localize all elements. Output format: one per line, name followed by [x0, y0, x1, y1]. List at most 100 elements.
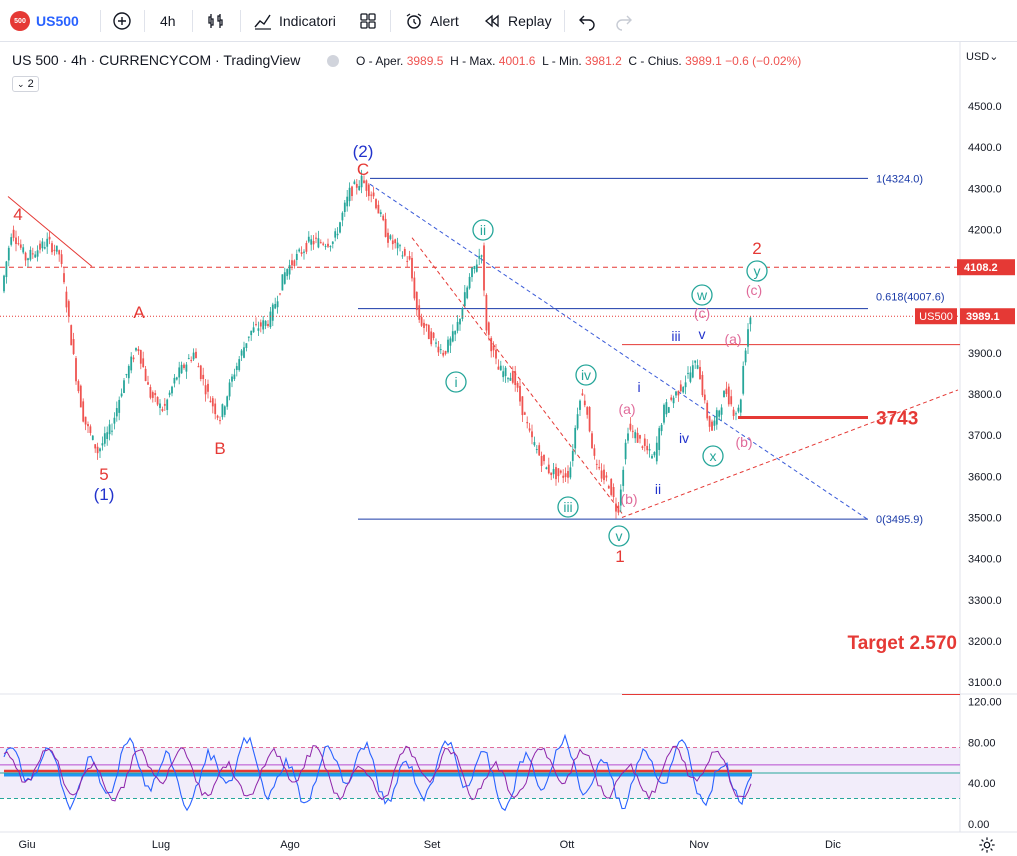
candle-body — [211, 398, 214, 407]
candle-body — [622, 469, 625, 486]
replay-button[interactable]: Replay — [482, 9, 552, 33]
legend-collapse-button[interactable] — [327, 55, 339, 67]
price-tick-label: 4400.0 — [968, 142, 1002, 154]
candle-body — [531, 431, 533, 438]
candle-body — [219, 420, 221, 422]
candle-body — [667, 407, 670, 413]
candle-body — [231, 376, 233, 382]
chart-area[interactable]: 4500.04400.04300.04200.04100.04000.03900… — [0, 42, 1017, 856]
oscillator-tick-label: 120.00 — [968, 697, 1002, 709]
candle-body — [502, 371, 505, 378]
candle-body — [727, 386, 730, 405]
candle-body — [379, 212, 382, 215]
candle-body — [423, 322, 425, 328]
candle-body — [154, 393, 157, 396]
candle-body — [139, 350, 142, 364]
candle-body — [39, 243, 41, 250]
interval-label: 4h — [160, 13, 176, 29]
candle-body — [298, 249, 301, 252]
candle-body — [310, 239, 313, 245]
candle-body — [715, 410, 718, 425]
candle-body — [123, 380, 125, 393]
time-tick-label: Nov — [689, 839, 709, 851]
time-tick-label: Ago — [280, 839, 300, 851]
wave-label-red: 5 — [99, 465, 108, 484]
candle-body — [593, 448, 596, 456]
candle-body — [473, 266, 476, 269]
candle-body — [591, 433, 593, 449]
candle-body — [173, 377, 176, 384]
candle-body — [252, 327, 255, 333]
candle-body — [63, 273, 65, 283]
candle-body — [550, 472, 553, 476]
candle-body — [130, 356, 133, 371]
candle-body — [425, 323, 428, 326]
indicators-button[interactable]: Indicatori — [253, 9, 336, 33]
candle-body — [627, 433, 629, 441]
candle-body — [737, 407, 740, 412]
candle-body — [744, 350, 747, 363]
candle-body — [19, 244, 22, 248]
candle-body — [631, 430, 634, 432]
candle-body — [643, 438, 646, 446]
indicators-toggle[interactable]: ⌄ 2 — [12, 76, 39, 92]
candle-body — [435, 342, 437, 344]
candle-body — [699, 366, 701, 380]
candle-body — [307, 236, 310, 242]
candle-body — [713, 420, 716, 426]
candle-body — [684, 382, 687, 388]
candle-body — [267, 323, 269, 327]
chart-type-button[interactable] — [206, 9, 226, 33]
candle-body — [442, 352, 445, 356]
wave-label-blue: i — [637, 379, 640, 395]
price-tick-label: 3800.0 — [968, 389, 1002, 401]
candle-body — [228, 382, 231, 397]
candle-body — [72, 339, 75, 354]
candle-body — [418, 305, 421, 320]
chart-canvas[interactable]: 4500.04400.04300.04200.04100.04000.03900… — [0, 42, 1017, 856]
templates-button[interactable] — [358, 9, 378, 33]
low-value: 3981.2 — [585, 54, 622, 68]
candle-body — [204, 385, 207, 395]
candle-body — [127, 366, 130, 379]
candle-body — [706, 402, 709, 419]
target-label: Target 2.570 — [848, 633, 957, 654]
currency-selector[interactable]: USD⌄ — [966, 50, 998, 63]
alert-button[interactable]: Alert — [404, 9, 459, 33]
candle-body — [475, 264, 478, 272]
candle-body — [497, 366, 500, 370]
chart-title: US 500 · 4h · CURRENCYCOM · TradingView — [12, 52, 301, 68]
candle-body — [730, 396, 733, 405]
candle-body — [651, 455, 653, 459]
redo-button[interactable] — [614, 9, 634, 33]
candle-body — [514, 371, 517, 385]
wave-label-green: iii — [563, 499, 572, 515]
candle-body — [288, 265, 291, 275]
candle-body — [401, 255, 404, 257]
candle-body — [617, 505, 620, 513]
symbol-search[interactable]: 500 US500 — [10, 9, 79, 33]
candle-body — [672, 397, 675, 404]
candle-body — [22, 247, 25, 253]
fib-level-label: 0(3495.9) — [876, 514, 923, 526]
candle-body — [675, 391, 677, 396]
candle-body — [147, 382, 149, 385]
compare-button[interactable] — [112, 9, 132, 33]
undo-button[interactable] — [577, 9, 597, 33]
candle-body — [355, 183, 358, 188]
candle-body — [735, 413, 737, 415]
close-label: C - Chius. — [628, 54, 682, 68]
alarm-clock-icon — [406, 13, 422, 29]
candle-body — [235, 366, 238, 370]
interval-button[interactable]: 4h — [160, 9, 176, 33]
candle-body — [569, 467, 572, 478]
candle-body — [595, 463, 598, 465]
symbol-name: US500 — [36, 13, 79, 29]
candle-body — [447, 339, 449, 353]
candle-body — [615, 503, 617, 512]
settings-gear-icon[interactable] — [978, 836, 996, 854]
candle-body — [636, 432, 639, 443]
candle-body — [192, 352, 195, 360]
candle-body — [732, 409, 735, 416]
candle-body — [156, 396, 159, 405]
